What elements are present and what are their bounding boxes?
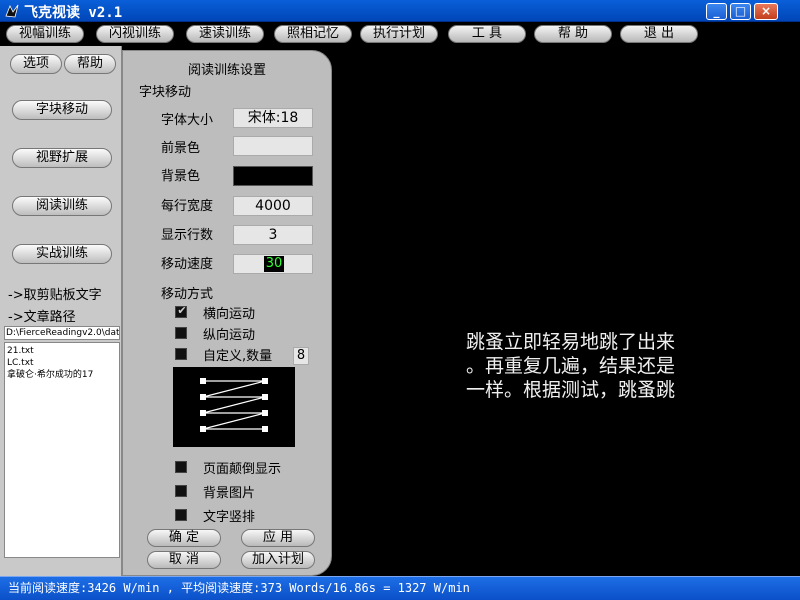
- file-list[interactable]: 21.txt LC.txt 拿破仑·希尔成功的17: [4, 342, 120, 558]
- article-path-link[interactable]: ->文章路径: [8, 306, 76, 325]
- background-image-checkbox[interactable]: [175, 485, 187, 497]
- reading-line: 跳蚤立即轻易地跳了出来: [466, 331, 676, 353]
- title-bar: 飞克视读 v2.1 _ □ ×: [0, 0, 800, 22]
- reading-settings-panel: 阅读训练设置 字块移动 字体大小 宋体:18 前景色 背景色 每行宽度 4000…: [122, 50, 332, 576]
- background-color-swatch[interactable]: [233, 166, 313, 186]
- vertical-text-label: 文字竖排: [203, 510, 256, 525]
- line-width-label: 每行宽度: [161, 199, 214, 214]
- move-mode-label: 移动方式: [161, 287, 214, 302]
- menu-speed-reading[interactable]: 速读训练: [186, 25, 264, 43]
- horizontal-motion-label: 横向运动: [203, 307, 256, 322]
- add-to-plan-button[interactable]: 加入计划: [241, 551, 315, 569]
- vertical-motion-label: 纵向运动: [203, 328, 256, 343]
- cancel-button[interactable]: 取 消: [147, 551, 221, 569]
- close-icon: ×: [760, 4, 772, 18]
- list-item[interactable]: LC.txt: [7, 357, 117, 369]
- options-tab[interactable]: 选项: [10, 54, 62, 74]
- move-speed-field[interactable]: 30: [233, 254, 313, 274]
- minimize-icon: _: [713, 4, 720, 18]
- field-expand-button[interactable]: 视野扩展: [12, 148, 112, 168]
- settings-heading: 阅读训练设置: [187, 63, 266, 78]
- status-bar: 当前阅读速度:3426 W/min , 平均阅读速度:373 Words/16.…: [0, 576, 800, 600]
- practice-training-button[interactable]: 实战训练: [12, 244, 112, 264]
- path-field[interactable]: D:\FierceReadingv2.0\data: [4, 326, 120, 340]
- horizontal-motion-checkbox[interactable]: ✔: [175, 304, 187, 318]
- vertical-motion-checkbox[interactable]: [175, 327, 187, 339]
- vertical-text-checkbox[interactable]: [175, 509, 187, 521]
- reading-area: 跳蚤立即轻易地跳了出来 。再重复几遍，结果还是 一样。根据测试，跳蚤跳: [332, 46, 800, 576]
- foreground-color-swatch[interactable]: [233, 136, 313, 156]
- reading-training-button[interactable]: 阅读训练: [12, 196, 112, 216]
- background-color-label: 背景色: [161, 169, 201, 184]
- left-sidebar: 选项 帮助 字块移动 视野扩展 阅读训练 实战训练 ->取剪贴板文字 ->文章路…: [0, 46, 122, 576]
- maximize-button[interactable]: □: [730, 3, 751, 20]
- apply-button[interactable]: 应 用: [241, 529, 315, 547]
- maximize-icon: □: [734, 4, 747, 18]
- line-width-field[interactable]: 4000: [233, 196, 313, 216]
- menu-execute-plan[interactable]: 执行计划: [360, 25, 438, 43]
- reading-line: 。再重复几遍，结果还是: [466, 355, 676, 377]
- menu-tools[interactable]: 工 具: [448, 25, 526, 43]
- app-logo-icon: [5, 4, 19, 18]
- help-tab[interactable]: 帮助: [64, 54, 116, 74]
- reading-text-block: 跳蚤立即轻易地跳了出来 。再重复几遍，结果还是 一样。根据测试，跳蚤跳: [466, 330, 734, 402]
- close-button[interactable]: ×: [754, 3, 778, 20]
- custom-count-field[interactable]: 8: [293, 347, 309, 365]
- settings-section-label: 字块移动: [139, 85, 192, 100]
- font-size-field[interactable]: 宋体:18: [233, 108, 313, 128]
- menu-field-training[interactable]: 视幅训练: [6, 25, 84, 43]
- motion-path-diagram: [173, 367, 295, 447]
- minimize-button[interactable]: _: [706, 3, 727, 20]
- reading-line: 一样。根据测试，跳蚤跳: [466, 379, 676, 401]
- font-size-label: 字体大小: [161, 113, 214, 128]
- move-speed-value: 30: [264, 256, 284, 272]
- check-icon: ✔: [177, 304, 187, 317]
- menu-exit[interactable]: 退 出: [620, 25, 698, 43]
- menu-photo-memory[interactable]: 照相记忆: [274, 25, 352, 43]
- background-image-label: 背景图片: [203, 486, 256, 501]
- move-speed-label: 移动速度: [161, 257, 214, 272]
- window-title: 飞克视读 v2.1: [24, 5, 123, 21]
- list-item[interactable]: 21.txt: [7, 345, 117, 357]
- custom-motion-checkbox[interactable]: [175, 348, 187, 360]
- ok-button[interactable]: 确 定: [147, 529, 221, 547]
- menu-help[interactable]: 帮 助: [534, 25, 612, 43]
- flip-page-label: 页面颠倒显示: [203, 462, 282, 477]
- block-move-button[interactable]: 字块移动: [12, 100, 112, 120]
- custom-motion-label: 自定义,数量: [203, 349, 273, 364]
- display-rows-field[interactable]: 3: [233, 225, 313, 245]
- clipboard-text-link[interactable]: ->取剪贴板文字: [8, 284, 102, 303]
- flip-page-checkbox[interactable]: [175, 461, 187, 473]
- list-item[interactable]: 拿破仑·希尔成功的17: [7, 369, 117, 381]
- display-rows-label: 显示行数: [161, 228, 214, 243]
- menu-bar: 视幅训练 闪视训练 速读训练 照相记忆 执行计划 工 具 帮 助 退 出: [0, 22, 800, 46]
- menu-flash-training[interactable]: 闪视训练: [96, 25, 174, 43]
- foreground-color-label: 前景色: [161, 141, 201, 156]
